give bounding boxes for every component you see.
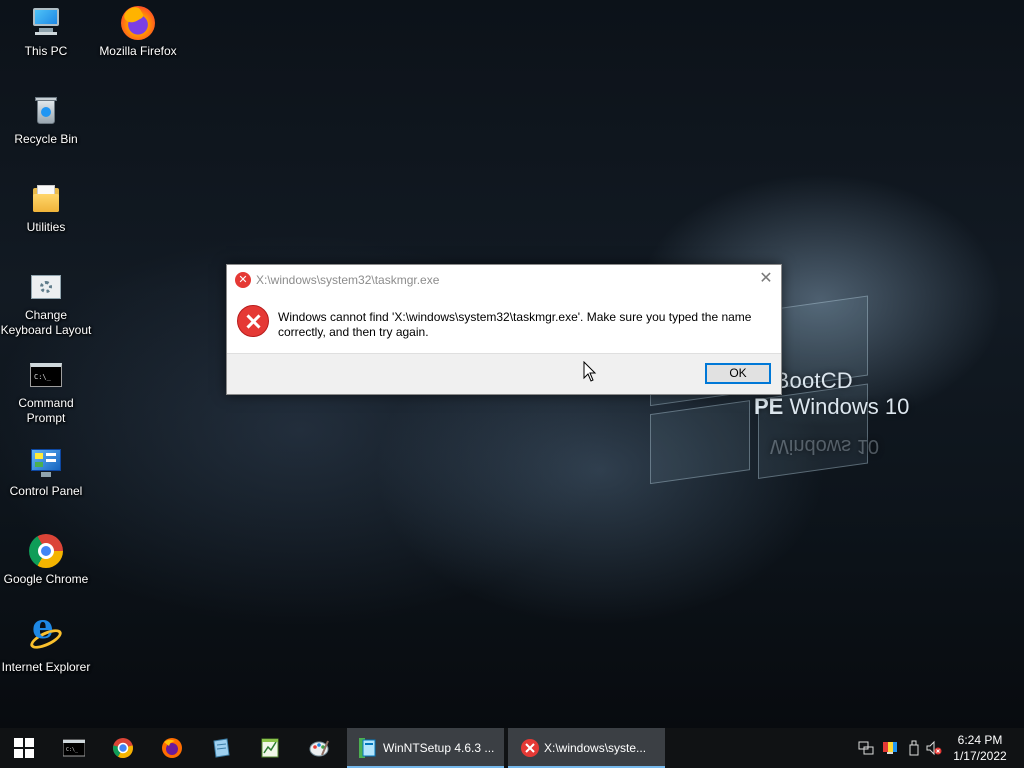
folder-icon bbox=[29, 182, 63, 216]
dialog-title-bar[interactable]: ✕ X:\windows\system32\taskmgr.exe ✕ bbox=[227, 265, 781, 295]
task-label: X:\windows\syste... bbox=[544, 741, 647, 755]
desktop-icon-control-panel[interactable]: Control Panel bbox=[0, 446, 92, 499]
spreadsheet-icon bbox=[261, 738, 279, 758]
desktop-icon-label: Internet Explorer bbox=[1, 660, 91, 674]
taskbar-pin-chrome[interactable] bbox=[99, 728, 147, 768]
desktop-icon-utilities[interactable]: Utilities bbox=[0, 182, 92, 235]
wallpaper-title-line2: PE Windows 10 bbox=[754, 394, 910, 419]
desktop-icon-recycle-bin[interactable]: Recycle Bin bbox=[0, 94, 92, 147]
winntsetup-icon bbox=[359, 738, 376, 758]
svg-text:C:\_: C:\_ bbox=[66, 747, 79, 753]
command-prompt-icon: C:\_ bbox=[63, 739, 85, 757]
desktop-icon-internet-explorer[interactable]: e Internet Explorer bbox=[0, 610, 92, 675]
error-dialog: ✕ X:\windows\system32\taskmgr.exe ✕ Wind… bbox=[226, 264, 782, 395]
taskbar-task-winntsetup[interactable]: WinNTSetup 4.6.3 ... bbox=[347, 728, 504, 768]
command-prompt-icon: C:\_ bbox=[29, 358, 63, 392]
ok-button[interactable]: OK bbox=[705, 363, 771, 384]
desktop-icon-label: Control Panel bbox=[9, 484, 83, 498]
chrome-icon bbox=[113, 738, 133, 759]
desktop-icon-this-pc[interactable]: This PC bbox=[0, 6, 92, 59]
dialog-title: X:\windows\system32\taskmgr.exe bbox=[256, 273, 440, 287]
volume-muted-icon[interactable] bbox=[926, 740, 942, 756]
error-icon bbox=[521, 739, 539, 757]
keyboard-settings-icon bbox=[29, 270, 63, 304]
chrome-icon bbox=[29, 534, 63, 568]
desktop-icon-firefox[interactable]: Mozilla Firefox bbox=[92, 6, 184, 59]
desktop-icon-command-prompt[interactable]: C:\_ Command Prompt bbox=[0, 358, 92, 426]
paint-icon bbox=[309, 740, 329, 757]
taskbar-pin-command-prompt[interactable]: C:\_ bbox=[50, 728, 98, 768]
clock-time: 6:24 PM bbox=[957, 733, 1003, 747]
task-label: WinNTSetup 4.6.3 ... bbox=[383, 741, 495, 755]
recycle-bin-icon bbox=[29, 94, 63, 128]
desktop-icon-label: Command Prompt bbox=[18, 396, 74, 425]
desktop-icon-label: Mozilla Firefox bbox=[99, 44, 177, 58]
wallpaper-reflection-text: Windows 10 bbox=[770, 435, 879, 457]
notepad-icon bbox=[213, 738, 230, 758]
taskbar-task-error-dialog[interactable]: X:\windows\syste... bbox=[508, 728, 665, 768]
firefox-icon bbox=[162, 738, 182, 758]
desktop-icon-label: Change Keyboard Layout bbox=[0, 308, 92, 337]
taskbar-pin-paint[interactable] bbox=[295, 728, 343, 768]
dialog-body: Windows cannot find 'X:\windows\system32… bbox=[227, 295, 781, 355]
taskbar: C:\_ WinNTSetup 4.6.3 ... X:\windows\sys… bbox=[0, 728, 1024, 768]
desktop-icon-label: Recycle Bin bbox=[14, 132, 78, 146]
this-pc-icon bbox=[29, 6, 63, 40]
clock-date: 1/17/2022 bbox=[953, 749, 1007, 763]
taskbar-pin-firefox[interactable] bbox=[148, 728, 196, 768]
dialog-footer: OK bbox=[227, 353, 781, 394]
desktop-icon-google-chrome[interactable]: Google Chrome bbox=[0, 534, 92, 587]
taskbar-pin-notepad[interactable] bbox=[197, 728, 245, 768]
display-color-icon[interactable] bbox=[882, 740, 898, 756]
close-button[interactable]: ✕ bbox=[751, 265, 781, 293]
usb-drive-icon[interactable] bbox=[906, 740, 922, 756]
mouse-pointer-icon bbox=[583, 361, 597, 382]
desktop-icon-label: This PC bbox=[24, 44, 68, 58]
internet-explorer-icon: e bbox=[27, 610, 65, 656]
error-icon bbox=[237, 305, 269, 337]
start-button[interactable] bbox=[0, 728, 48, 768]
desktop-icon-label: Google Chrome bbox=[3, 572, 89, 586]
desktop-icon-label: Utilities bbox=[26, 220, 66, 234]
desktop-icon-change-keyboard-layout[interactable]: Change Keyboard Layout bbox=[0, 270, 92, 338]
dialog-message: Windows cannot find 'X:\windows\system32… bbox=[278, 310, 752, 339]
taskbar-pin-spreadsheet[interactable] bbox=[246, 728, 294, 768]
network-icon[interactable] bbox=[858, 740, 874, 756]
control-panel-icon bbox=[29, 446, 63, 480]
system-tray: 6:24 PM 1/17/2022 bbox=[854, 728, 1024, 768]
firefox-icon bbox=[121, 6, 155, 40]
taskbar-clock[interactable]: 6:24 PM 1/17/2022 bbox=[952, 732, 1008, 764]
error-icon: ✕ bbox=[235, 272, 251, 288]
